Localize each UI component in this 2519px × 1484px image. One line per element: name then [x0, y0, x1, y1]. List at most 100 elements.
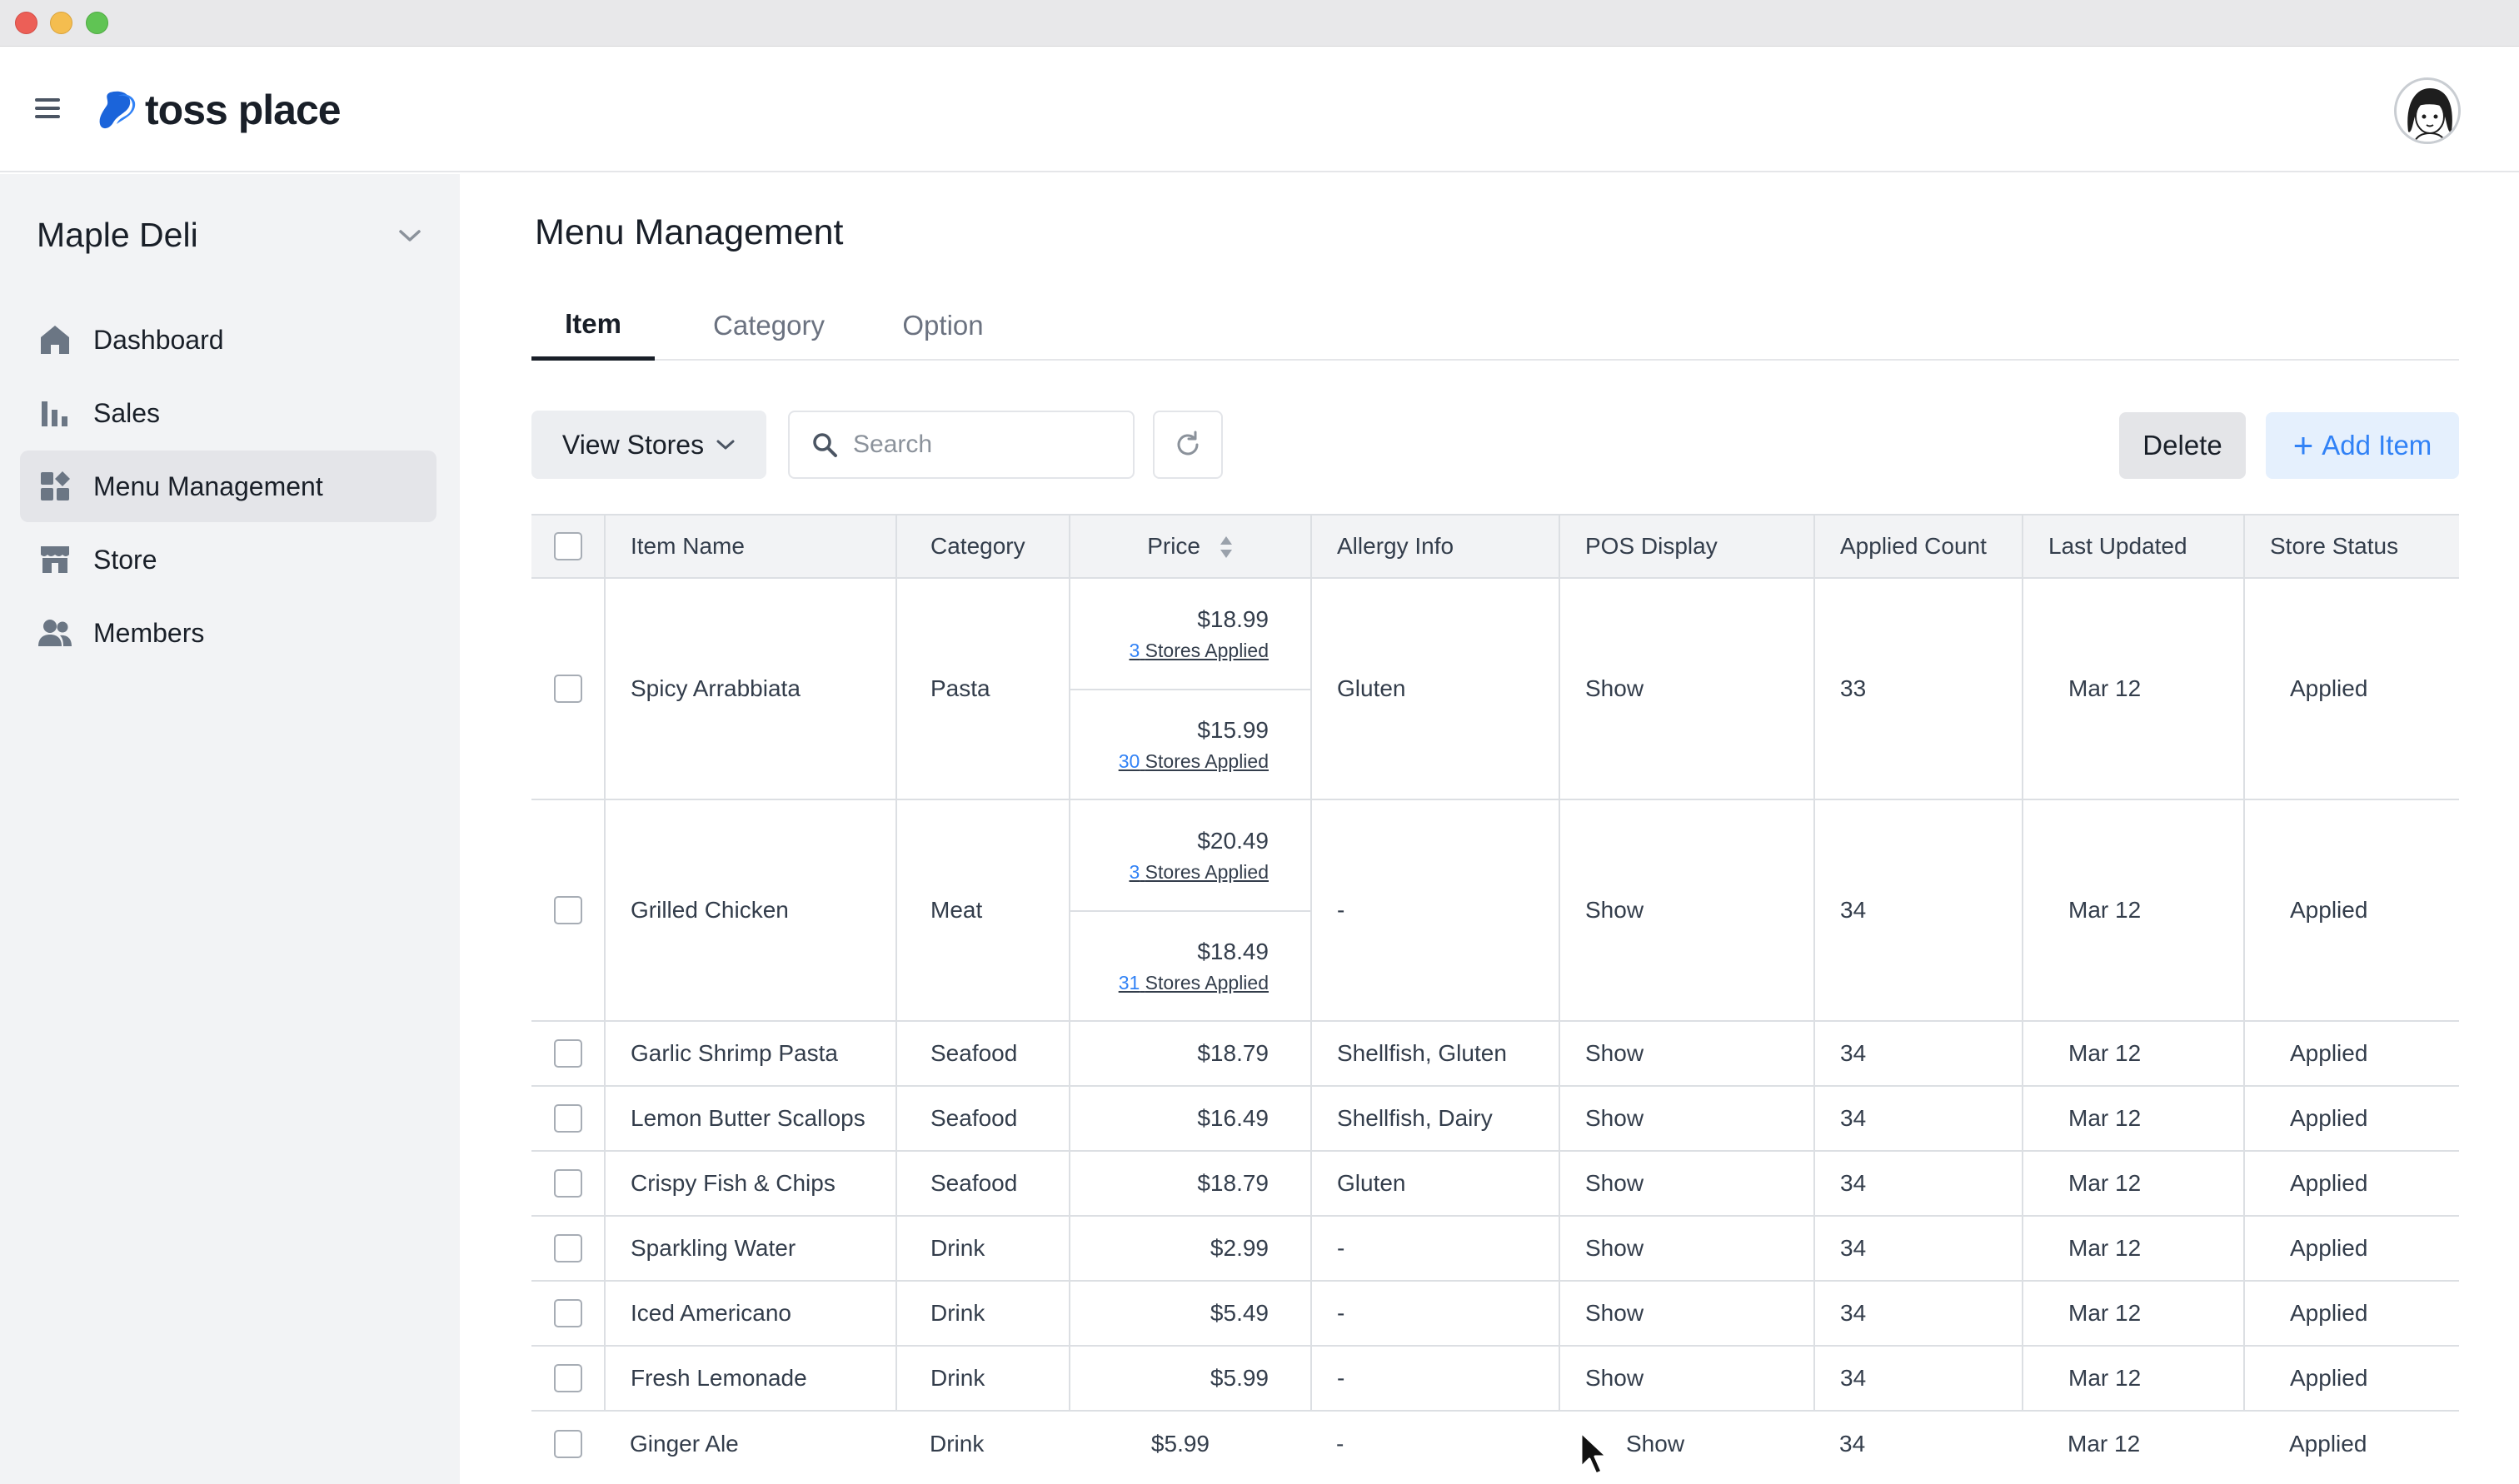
refresh-button[interactable] [1153, 411, 1223, 479]
item-price: $5.99 [1070, 1346, 1312, 1412]
add-item-button[interactable]: + Add Item [2266, 412, 2459, 479]
item-store-status: Applied [2244, 799, 2459, 1022]
row-select-cell [531, 1151, 606, 1217]
price-value: $18.99 [1197, 605, 1269, 632]
window-close-button[interactable] [15, 12, 37, 34]
stores-applied-label: Stores Applied [1145, 971, 1269, 993]
item-name: Grilled Chicken [605, 799, 897, 1022]
column-header: Item Name [605, 514, 897, 579]
table-row[interactable]: Iced Americano Drink $5.49 - Show 34 Mar… [531, 1281, 2459, 1347]
row-checkbox[interactable] [553, 675, 582, 704]
sidebar-item-store[interactable]: Store [20, 524, 436, 595]
chevron-down-icon[interactable] [397, 226, 423, 246]
row-checkbox[interactable] [553, 1104, 582, 1133]
table-row[interactable]: Grilled Chicken Meat $20.49 3 Stores App… [531, 799, 2459, 1022]
item-category: Pasta [896, 578, 1070, 800]
item-category: Seafood [896, 1086, 1070, 1152]
select-all-checkbox[interactable] [553, 532, 582, 561]
item-last-updated: Mar 12 [2023, 799, 2245, 1022]
sidebar-item-sales[interactable]: Sales [20, 377, 436, 449]
toss-place-logo[interactable]: toss place [93, 84, 342, 136]
window-zoom-button[interactable] [86, 12, 108, 34]
table-row[interactable]: Lemon Butter Scallops Seafood $16.49 She… [531, 1086, 2459, 1152]
sidebar-item-label: Members [93, 617, 205, 648]
sidebar-item-dashboard[interactable]: Dashboard [20, 304, 436, 376]
logo-mark-icon [99, 91, 136, 129]
row-checkbox[interactable] [553, 1169, 582, 1198]
item-applied-count: 34 [1814, 1086, 2023, 1152]
item-applied-count: 34 [1814, 1151, 2023, 1217]
stores-applied-label: Stores Applied [1145, 749, 1269, 772]
tab-category[interactable]: Category [683, 291, 855, 361]
mouse-cursor-icon [1579, 1431, 1609, 1476]
sidebar-item-label: Sales [93, 397, 161, 428]
row-select-cell [531, 799, 606, 1022]
item-price: $18.79 [1070, 1021, 1312, 1087]
delete-button[interactable]: Delete [2119, 412, 2246, 479]
table-row[interactable]: Garlic Shrimp Pasta Seafood $18.79 Shell… [531, 1021, 2459, 1087]
stores-applied-link[interactable]: 3 Stores Applied [1129, 861, 1269, 884]
row-select-cell [531, 1021, 606, 1087]
table-row[interactable]: Fresh Lemonade Drink $5.99 - Show 34 Mar… [531, 1346, 2459, 1412]
item-store-status: Applied [2244, 1086, 2459, 1152]
search-icon [813, 433, 837, 457]
column-header-price[interactable]: Price [1070, 514, 1312, 579]
table-row[interactable]: Sparkling Water Drink $2.99 - Show 34 Ma… [531, 1216, 2459, 1282]
column-header: Allergy Info [1311, 514, 1560, 579]
search-input[interactable] [853, 431, 1120, 459]
stores-applied-link[interactable]: 31 Stores Applied [1119, 972, 1269, 994]
item-category: Drink [896, 1281, 1070, 1347]
row-checkbox[interactable] [553, 1364, 582, 1393]
store-name[interactable]: Maple Deli [37, 216, 198, 255]
sidebar-item-label: Dashboard [93, 324, 224, 355]
sidebar-item-menu-management[interactable]: Menu Management [20, 451, 436, 522]
sort-icon[interactable] [1219, 535, 1234, 560]
column-header-label: Price [1147, 532, 1200, 559]
view-stores-dropdown[interactable]: View Stores [531, 411, 766, 479]
tab-option[interactable]: Option [876, 291, 1010, 361]
item-allergy: - [1311, 799, 1560, 1022]
item-name: Iced Americano [605, 1281, 897, 1347]
stores-applied-link[interactable]: 3 Stores Applied [1129, 640, 1269, 662]
tab-item[interactable]: Item [531, 291, 655, 361]
item-category: Drink [896, 1346, 1070, 1412]
sidebar-item-members[interactable]: Members [20, 597, 436, 669]
item-last-updated: Mar 12 [2023, 1151, 2245, 1217]
item-name: Fresh Lemonade [605, 1346, 897, 1412]
row-checkbox[interactable] [553, 1234, 582, 1263]
row-checkbox[interactable] [553, 896, 582, 925]
window-minimize-button[interactable] [50, 12, 72, 34]
row-select-cell [531, 1216, 606, 1282]
page-title: Menu Management [535, 212, 844, 252]
item-category: Drink [930, 1430, 985, 1457]
item-last-updated: Mar 12 [2068, 1430, 2141, 1457]
table-row[interactable]: Crispy Fish & Chips Seafood $18.79 Glute… [531, 1151, 2459, 1217]
item-name: Ginger Ale [630, 1430, 739, 1457]
row-select-cell [531, 1086, 606, 1152]
user-avatar[interactable] [2394, 77, 2461, 144]
item-allergy: Shellfish, Dairy [1311, 1086, 1560, 1152]
table-row[interactable]: Ginger Ale Drink $5.99 - Show 34 Mar 12 … [531, 1411, 2459, 1476]
column-header: Store Status [2244, 514, 2459, 579]
item-allergy: - [1311, 1281, 1560, 1347]
item-allergy: - [1311, 1346, 1560, 1412]
items-table: Item Name Category Price Allergy Info PO… [531, 514, 2459, 1476]
stores-applied-link[interactable]: 30 Stores Applied [1119, 750, 1269, 773]
item-store-status: Applied [2244, 1216, 2459, 1282]
row-checkbox[interactable] [554, 1429, 582, 1458]
item-last-updated: Mar 12 [2023, 1346, 2245, 1412]
select-all-cell [531, 514, 606, 579]
table-row[interactable]: Spicy Arrabbiata Pasta $18.99 3 Stores A… [531, 578, 2459, 800]
item-store-status: Applied [2244, 1281, 2459, 1347]
item-applied-count: 34 [1814, 1281, 2023, 1347]
app-header: toss place [0, 47, 2519, 172]
item-applied-count: 33 [1814, 578, 2023, 800]
row-checkbox[interactable] [553, 1039, 582, 1068]
storefront-icon [37, 541, 73, 578]
item-applied-count: 34 [1814, 799, 2023, 1022]
sidebar-item-label: Store [93, 544, 157, 575]
grid-icon [37, 468, 73, 505]
row-checkbox[interactable] [553, 1299, 582, 1328]
menu-hamburger-icon[interactable] [35, 93, 65, 127]
item-pos-display: Show [1559, 578, 1815, 800]
